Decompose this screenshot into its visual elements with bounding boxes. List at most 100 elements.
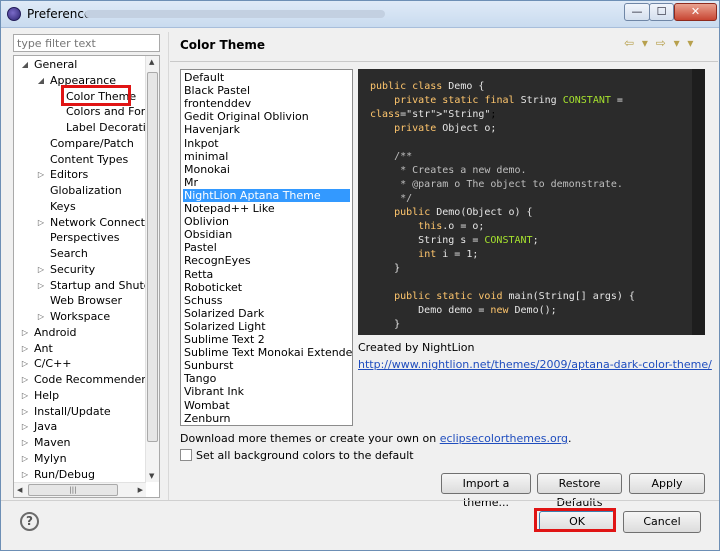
theme-list-item[interactable]: Retta: [183, 268, 350, 281]
theme-list-item[interactable]: Obsidian: [183, 228, 350, 241]
theme-list-item[interactable]: Havenjark: [183, 123, 350, 136]
apply-button[interactable]: Apply: [629, 473, 705, 494]
theme-list-item[interactable]: Notepad++ Like: [183, 202, 350, 215]
tree-item-label: Install/Update: [34, 404, 111, 418]
collapsed-arrow-icon[interactable]: ▷: [20, 372, 30, 388]
code-preview-scrollbar[interactable]: [692, 69, 705, 335]
theme-list-item[interactable]: Oblivion: [183, 215, 350, 228]
eclipsecolorthemes-link[interactable]: eclipsecolorthemes.org: [440, 432, 568, 445]
panel-divider[interactable]: [168, 32, 169, 500]
code-line: int i = 1;: [418, 249, 479, 260]
collapsed-arrow-icon[interactable]: ▷: [36, 167, 46, 183]
page-title: Color Theme: [180, 38, 266, 52]
tree-item-label: Security: [50, 262, 96, 276]
collapsed-arrow-icon[interactable]: ▷: [36, 262, 46, 278]
code-line: private Object o;: [394, 123, 497, 134]
theme-list[interactable]: Default Black Pastel frontenddev Gedit Orig…: [180, 69, 353, 426]
theme-list-item[interactable]: Pastel: [183, 241, 350, 254]
theme-list-item[interactable]: Sublime Text 2: [183, 333, 350, 346]
code-line: this.o = o;: [418, 221, 485, 232]
tree-item-label: Android: [34, 325, 77, 339]
tree-item-label: Network Connection: [50, 215, 160, 229]
tree-item-label: Java: [34, 420, 58, 434]
collapsed-arrow-icon[interactable]: ▷: [20, 325, 30, 341]
code-line: private static final String CONSTANT =: [394, 95, 623, 106]
close-button[interactable]: ✕: [674, 3, 717, 21]
code-line: String s = CONSTANT;: [370, 235, 539, 246]
theme-list-item[interactable]: Vibrant Ink: [183, 385, 350, 398]
theme-list-item[interactable]: Schuss: [183, 294, 350, 307]
theme-list-item[interactable]: frontenddev: [183, 97, 350, 110]
theme-list-item[interactable]: Tango: [183, 372, 350, 385]
collapsed-arrow-icon[interactable]: ▷: [20, 341, 30, 357]
theme-list-item[interactable]: Sunburst: [183, 359, 350, 372]
theme-list-item[interactable]: Black Pastel: [183, 84, 350, 97]
help-icon[interactable]: ?: [20, 512, 39, 531]
maximize-button[interactable]: ☐: [649, 3, 674, 21]
tree-item-label: Workspace: [50, 310, 111, 323]
collapsed-arrow-icon[interactable]: ▷: [36, 309, 46, 325]
collapsed-arrow-icon[interactable]: ▷: [20, 467, 30, 483]
navigation-arrows-icon[interactable]: ⇦ ▾ ⇨ ▾ ▾: [624, 36, 695, 50]
theme-list-item[interactable]: Zenburn: [183, 412, 350, 425]
scroll-up-icon[interactable]: ▲: [149, 58, 154, 66]
theme-list-item[interactable]: Mr: [183, 176, 350, 189]
preference-tree: ◢ General ◢ Appearance Color Theme Colors and…: [13, 55, 160, 498]
theme-list-item[interactable]: NightLion Aptana Theme: [183, 188, 350, 202]
theme-list-item[interactable]: RecognEyes: [183, 254, 350, 267]
tree-item-label: Perspectives: [50, 231, 120, 245]
scroll-left-icon[interactable]: ◀: [17, 486, 22, 494]
tree-item-label: Compare/Patch: [50, 136, 134, 150]
restore-defaults-button[interactable]: Restore Defaults: [537, 473, 622, 509]
theme-list-item[interactable]: Solarized Light: [183, 320, 350, 333]
theme-list-item[interactable]: Roboticket: [183, 281, 350, 294]
collapsed-arrow-icon[interactable]: ▷: [20, 356, 30, 372]
scroll-right-icon[interactable]: ▶: [138, 486, 143, 494]
tree-item-label: Colors and Font: [66, 105, 153, 119]
code-line: }: [370, 319, 401, 330]
download-text: Download more themes or create your own …: [180, 432, 572, 445]
tree-item-label: Mylyn: [34, 451, 67, 465]
tree-item-label: Editors: [50, 168, 89, 182]
import-theme-button[interactable]: Import a theme...: [441, 473, 531, 509]
tree-vertical-scrollbar[interactable]: ▲ ▼: [145, 56, 159, 482]
download-text-suffix: .: [568, 432, 572, 445]
collapsed-arrow-icon[interactable]: ▷: [36, 278, 46, 294]
collapsed-arrow-icon[interactable]: ▷: [20, 451, 30, 467]
tree-item-label: Ant: [34, 341, 53, 355]
code-line: class="str">"String";: [370, 109, 497, 120]
theme-list-item[interactable]: Default: [183, 71, 350, 84]
expanded-arrow-icon[interactable]: ◢: [20, 57, 30, 73]
expanded-arrow-icon[interactable]: ◢: [36, 73, 46, 89]
theme-list-item[interactable]: Sublime Text Monokai Extended: [183, 346, 352, 359]
collapsed-arrow-icon[interactable]: ▷: [20, 419, 30, 435]
theme-list-item[interactable]: Gedit Original Oblivion: [183, 110, 350, 123]
hscroll-thumb[interactable]: |||: [28, 484, 118, 496]
theme-list-item[interactable]: Wombat: [183, 399, 350, 412]
collapsed-arrow-icon[interactable]: ▷: [20, 404, 30, 420]
scroll-down-icon[interactable]: ▼: [149, 472, 154, 480]
collapsed-arrow-icon[interactable]: ▷: [20, 388, 30, 404]
filter-input[interactable]: [13, 34, 160, 52]
tree-item-label: C/C++: [34, 357, 72, 371]
tree-horizontal-scrollbar[interactable]: ◀ ||| ▶: [14, 482, 146, 497]
collapsed-arrow-icon[interactable]: ▷: [20, 435, 30, 451]
tree-item-label: Search: [50, 247, 88, 260]
tree-item-label: Maven: [34, 436, 71, 449]
ok-highlight-box: [534, 508, 616, 532]
tree-item-label: Help: [34, 388, 60, 402]
default-background-checkbox[interactable]: [180, 449, 192, 461]
minimize-button[interactable]: —: [624, 3, 650, 21]
theme-author: Created by NightLion: [358, 341, 475, 354]
theme-list-item[interactable]: Monokai: [183, 163, 350, 176]
title-separator: [170, 61, 718, 62]
theme-list-item[interactable]: minimal: [183, 150, 350, 163]
theme-url-link[interactable]: http://www.nightlion.net/themes/2009/apt…: [358, 358, 712, 371]
theme-list-item[interactable]: Inkpot: [183, 137, 350, 150]
code-line: public Demo(Object o) {: [394, 207, 533, 218]
scroll-thumb[interactable]: [147, 72, 158, 442]
cancel-button[interactable]: Cancel: [623, 511, 701, 533]
code-line: * Creates a new demo.: [370, 165, 527, 176]
collapsed-arrow-icon[interactable]: ▷: [36, 215, 46, 231]
theme-list-item[interactable]: Solarized Dark: [183, 307, 350, 320]
